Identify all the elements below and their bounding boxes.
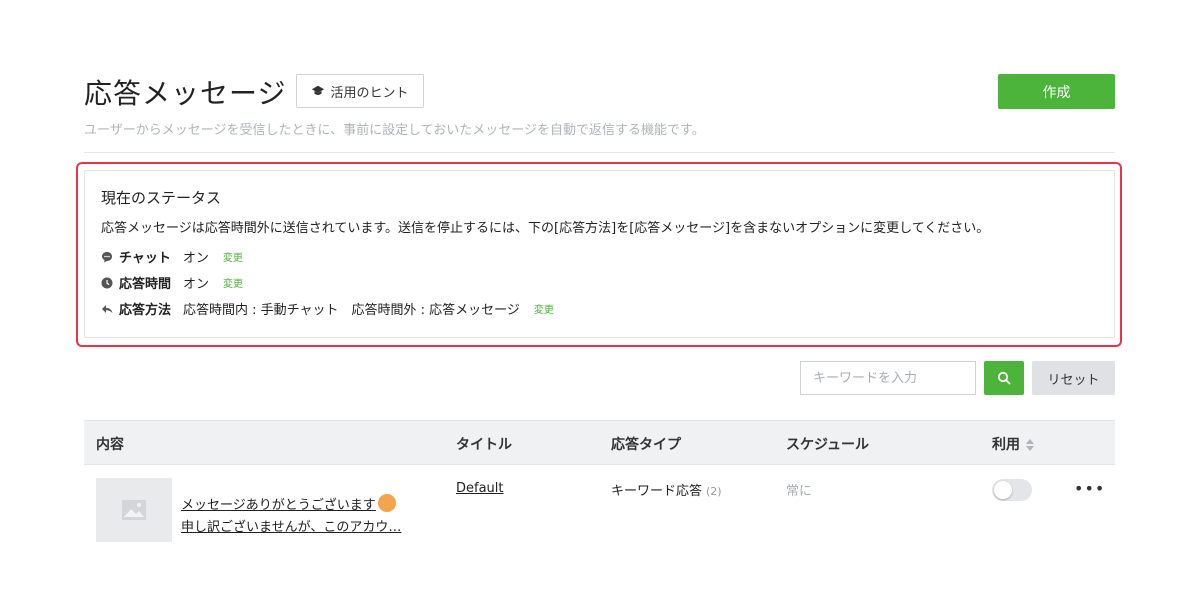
response-type-label: キーワード応答 <box>611 484 703 499</box>
column-header-usage[interactable]: 利用 <box>992 434 1034 454</box>
reply-icon <box>102 304 113 313</box>
status-heading: 現在のステータス <box>101 189 222 207</box>
status-value-chat: オン <box>182 251 209 266</box>
more-options-icon[interactable]: ••• <box>1074 479 1105 498</box>
response-type: キーワード応答 (2) <box>611 480 722 499</box>
search-button[interactable] <box>984 361 1024 395</box>
message-content-line1-text: メッセージありがとうございます <box>181 498 376 513</box>
reset-button[interactable]: リセット <box>1032 361 1115 395</box>
message-content[interactable]: メッセージありがとうございます 申し訳ございませんが、このアカウ… <box>181 494 401 539</box>
status-row-method: 応答方法 応答時間内 : 手動チャット 応答時間外 : 応答メッセージ 変更 <box>101 299 554 318</box>
hint-button[interactable]: 活用のヒント <box>296 74 424 108</box>
table-header: 内容 タイトル 応答タイプ スケジュール 利用 <box>84 420 1115 465</box>
message-content-line2: 申し訳ございませんが、このアカウ… <box>181 520 402 535</box>
column-header-usage-label: 利用 <box>992 437 1020 453</box>
status-label-method: 応答方法 <box>119 303 172 318</box>
change-link-hours[interactable]: 変更 <box>223 275 243 290</box>
keyword-search-input[interactable] <box>800 361 976 395</box>
graduation-cap-icon <box>312 85 325 95</box>
status-row-chat: チャット オン 変更 <box>101 247 243 266</box>
column-header-type: 応答タイプ <box>611 437 681 453</box>
table-row: メッセージありがとうございます 申し訳ございませんが、このアカウ… Defaul… <box>84 465 1115 545</box>
status-label-hours: 応答時間 <box>119 277 172 292</box>
search-icon <box>997 371 1011 385</box>
column-header-title: タイトル <box>456 437 512 453</box>
status-label-chat: チャット <box>119 251 171 266</box>
hint-button-label: 活用のヒント <box>330 84 409 100</box>
change-link-method[interactable]: 変更 <box>534 301 554 316</box>
sort-icon <box>1026 439 1034 451</box>
message-thumbnail <box>96 478 172 542</box>
schedule-value: 常に <box>786 484 813 499</box>
status-value-hours: オン <box>183 277 210 292</box>
message-title-link[interactable]: Default <box>456 481 504 496</box>
clock-icon <box>101 277 113 288</box>
message-content-line1: メッセージありがとうございます <box>181 494 401 517</box>
column-header-content: 内容 <box>96 437 124 453</box>
smiling-face-emoji-icon <box>377 494 396 512</box>
column-header-schedule: スケジュール <box>786 437 870 453</box>
status-row-hours: 応答時間 オン 変更 <box>101 273 243 292</box>
status-panel: 現在のステータス 応答メッセージは応答時間外に送信されています。送信を停止するに… <box>84 170 1115 338</box>
status-description: 応答メッセージは応答時間外に送信されています。送信を停止するには、下の[応答方法… <box>101 221 990 236</box>
status-value-method: 応答時間内 : 手動チャット 応答時間外 : 応答メッセージ <box>183 303 520 318</box>
page-title: 応答メッセージ <box>84 77 287 110</box>
change-link-chat[interactable]: 変更 <box>223 249 243 264</box>
chat-bubble-icon <box>102 251 112 262</box>
response-type-count: (2) <box>706 485 722 498</box>
usage-toggle[interactable] <box>992 479 1032 501</box>
header-divider <box>84 152 1115 153</box>
create-button[interactable]: 作成 <box>998 74 1115 109</box>
page-subtitle: ユーザーからメッセージを受信したときに、事前に設定しておいたメッセージを自動で返… <box>84 123 705 138</box>
image-placeholder-icon <box>122 500 146 520</box>
